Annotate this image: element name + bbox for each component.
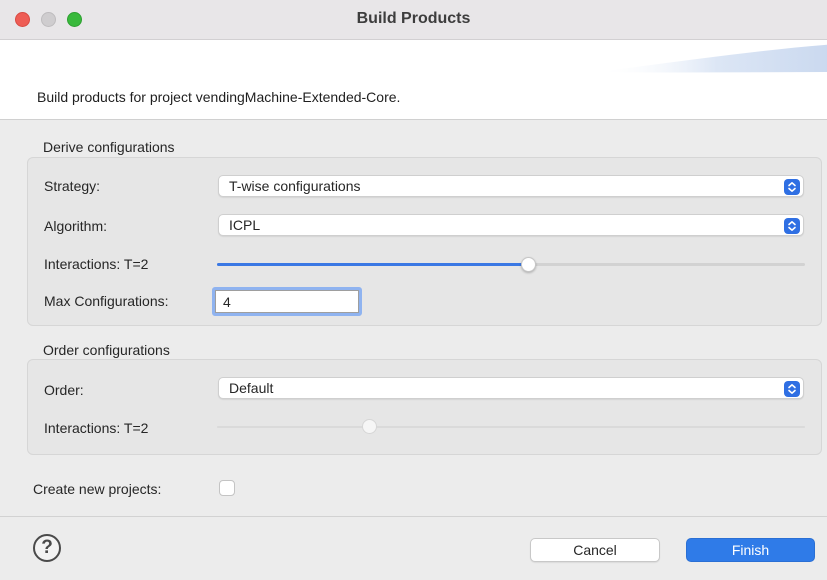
strategy-label: Strategy: xyxy=(44,178,101,194)
cancel-button[interactable]: Cancel xyxy=(530,538,660,562)
window-title: Build Products xyxy=(356,10,471,27)
title-bar: Build Products xyxy=(0,0,827,40)
slider-fill xyxy=(217,263,529,266)
chevron-updown-icon xyxy=(784,381,800,397)
max-configurations-field-focus xyxy=(212,287,362,316)
algorithm-label: Algorithm: xyxy=(44,218,108,234)
algorithm-select-value: ICPL xyxy=(229,217,261,233)
order-interactions-label: Interactions: T=2 xyxy=(44,420,149,436)
footer-divider xyxy=(0,516,827,517)
algorithm-select[interactable]: ICPL xyxy=(218,214,804,236)
derive-group-title: Derive configurations xyxy=(43,139,175,155)
max-configurations-input[interactable] xyxy=(215,290,359,313)
help-icon[interactable]: ? xyxy=(33,534,61,562)
order-group xyxy=(27,359,822,455)
finish-button[interactable]: Finish xyxy=(686,538,815,562)
header-banner-graphic xyxy=(597,44,827,73)
order-select-value: Default xyxy=(229,380,274,396)
order-label: Order: xyxy=(44,382,84,398)
create-projects-label: Create new projects: xyxy=(33,481,162,497)
derive-interactions-label: Interactions: T=2 xyxy=(44,256,149,272)
chevron-updown-icon xyxy=(784,218,800,234)
strategy-select-value: T-wise configurations xyxy=(229,178,361,194)
max-configurations-label: Max Configurations: xyxy=(44,293,169,309)
chevron-updown-icon xyxy=(784,179,800,195)
wizard-header: Build products for project vendingMachin… xyxy=(0,40,827,120)
strategy-select[interactable]: T-wise configurations xyxy=(218,175,804,197)
order-select[interactable]: Default xyxy=(218,377,804,399)
order-interactions-slider[interactable] xyxy=(217,419,805,434)
create-projects-checkbox[interactable] xyxy=(219,480,235,496)
order-group-title: Order configurations xyxy=(43,342,170,358)
wizard-description: Build products for project vendingMachin… xyxy=(37,89,401,105)
derive-interactions-slider[interactable] xyxy=(217,257,805,272)
